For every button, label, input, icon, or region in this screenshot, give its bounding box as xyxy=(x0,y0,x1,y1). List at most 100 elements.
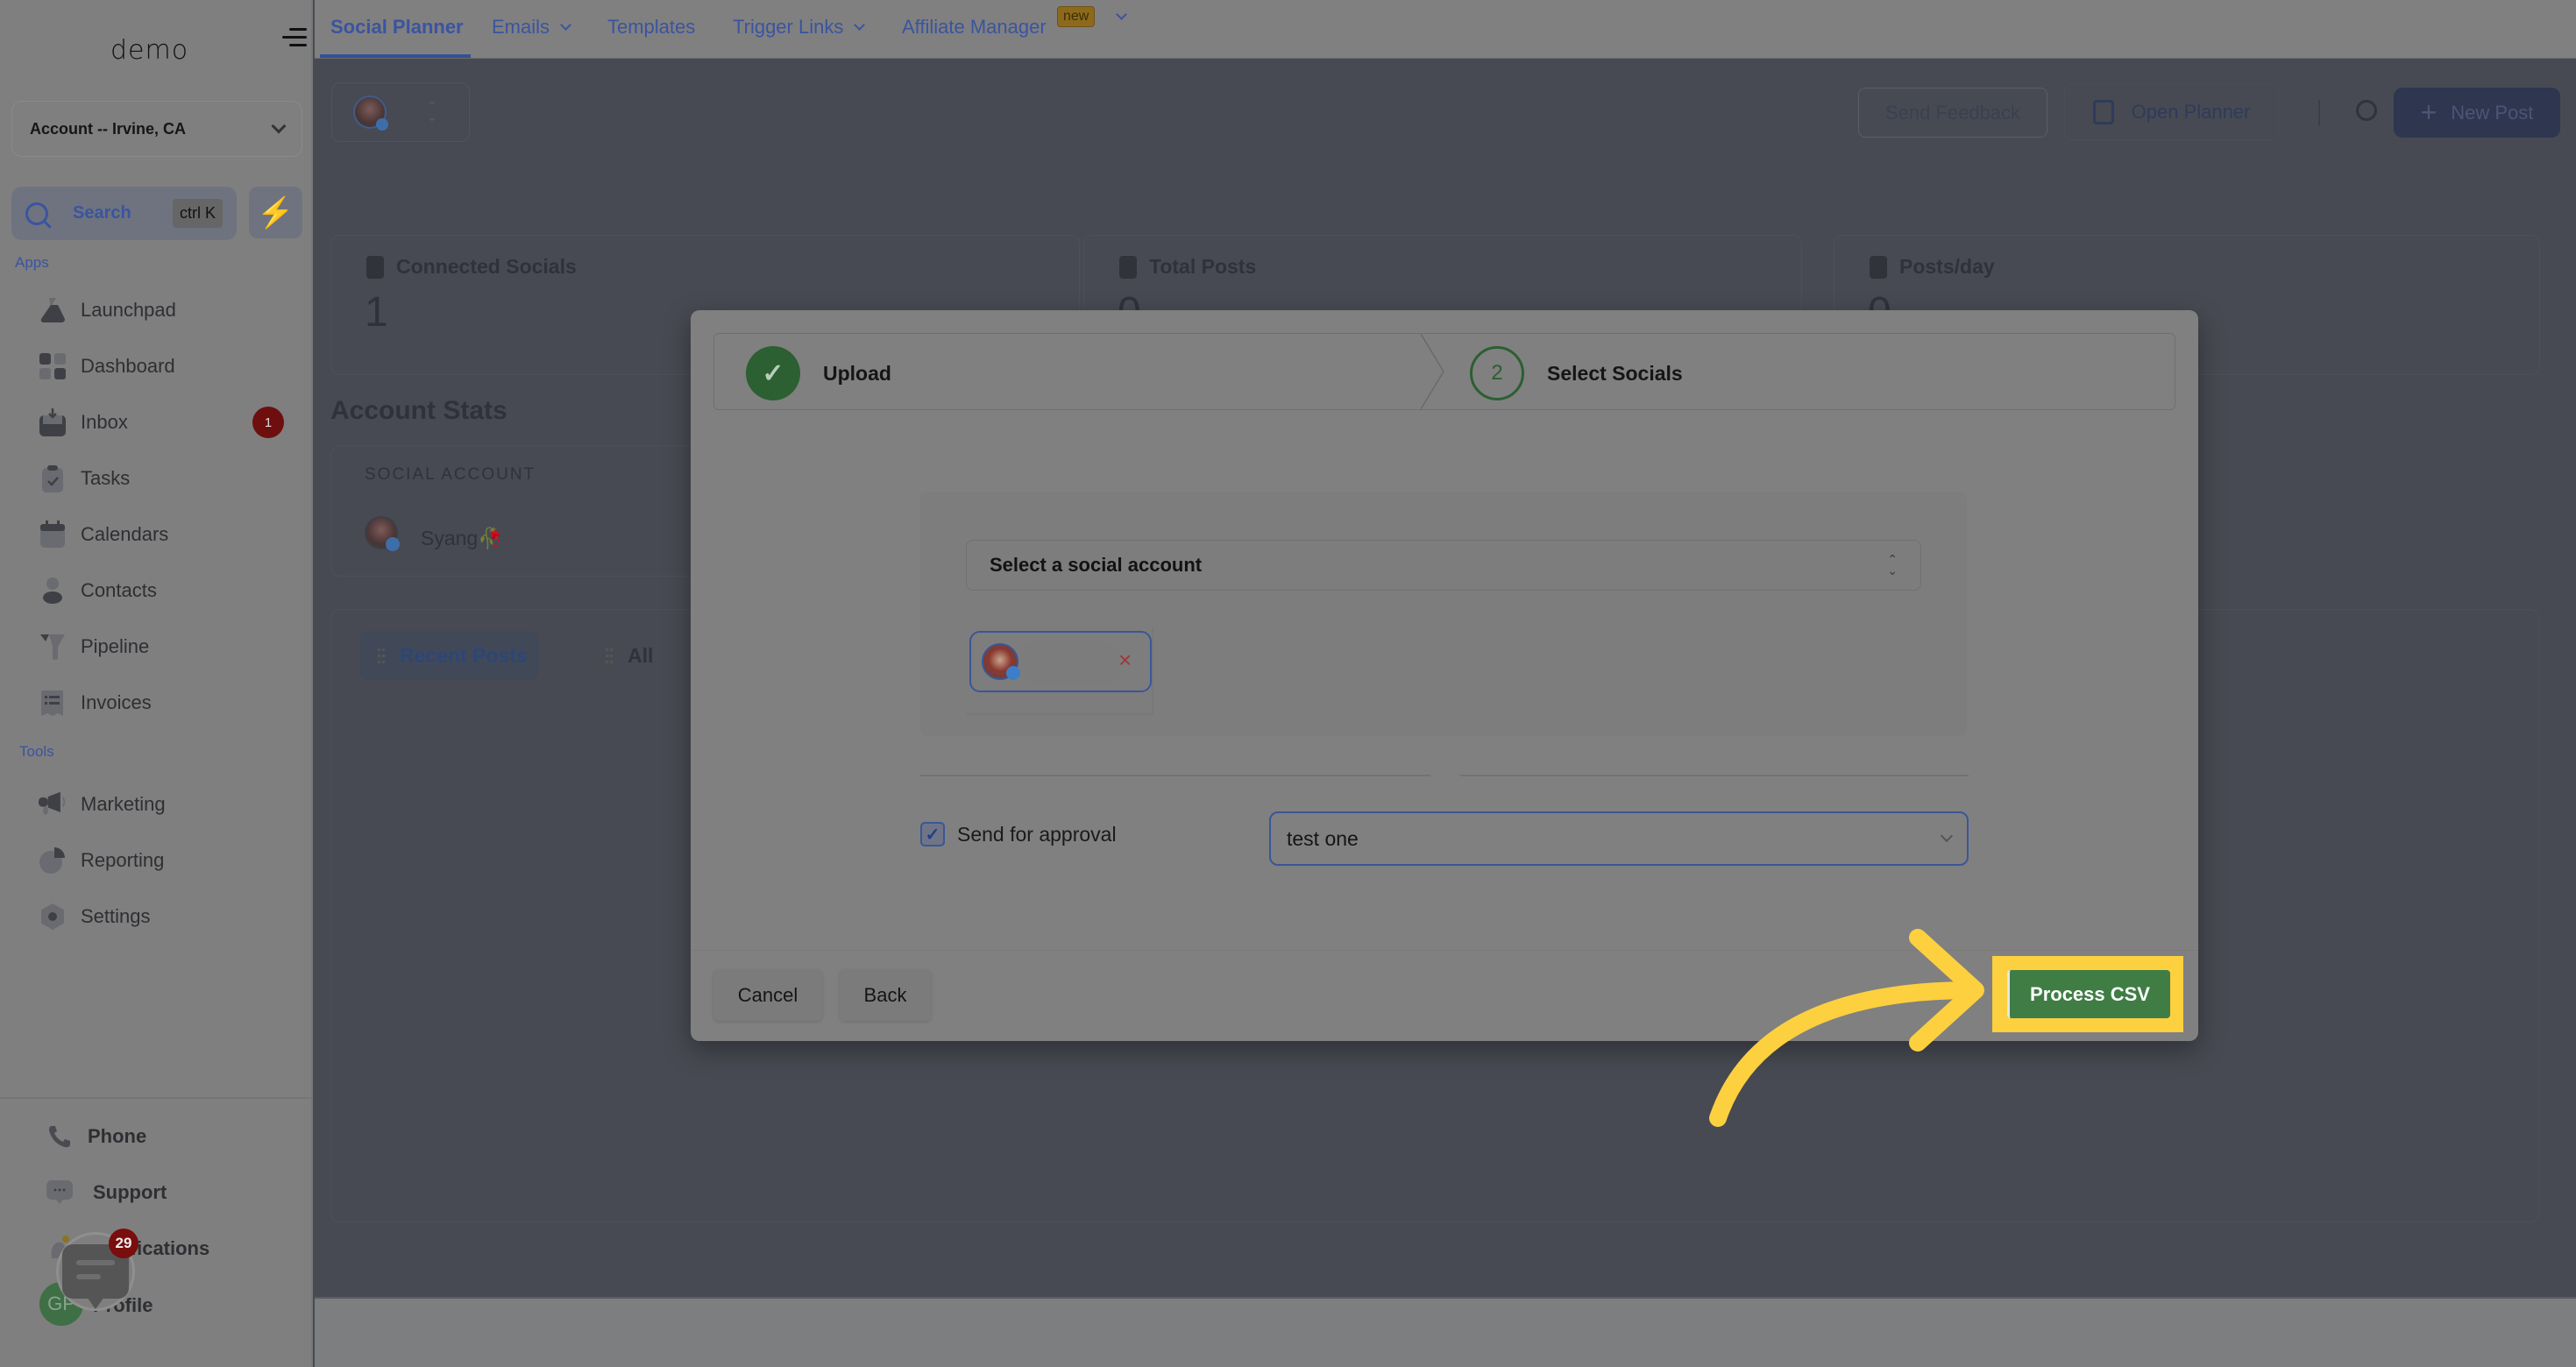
chat-unread-badge: 29 xyxy=(109,1229,138,1258)
tab-label: Templates xyxy=(607,16,696,38)
sidebar-item-marketing[interactable]: Marketing xyxy=(39,783,284,825)
active-tab-indicator xyxy=(320,54,471,58)
sidebar-item-dashboard[interactable]: Dashboard xyxy=(39,345,284,387)
sidebar: demo Account -- Irvine, CA Search ctrl K… xyxy=(0,0,313,1367)
sidebar-item-inbox[interactable]: Inbox 1 xyxy=(39,401,284,443)
search-shortcut: ctrl K xyxy=(172,199,223,228)
sidebar-item-label: Support xyxy=(93,1181,167,1203)
social-account-picker[interactable]: ⌃ ⌄ xyxy=(331,82,470,142)
approver-select[interactable]: test one xyxy=(1269,811,1969,866)
more-tabs-dropdown[interactable] xyxy=(1116,9,1127,20)
stat-value: 1 xyxy=(365,289,388,336)
new-post-label: New Post xyxy=(2451,101,2534,124)
stepper: ✓ Upload 2 Select Socials xyxy=(713,333,2175,410)
rocket-icon xyxy=(39,296,67,324)
sidebar-item-contacts[interactable]: Contacts xyxy=(39,570,284,612)
process-csv-button[interactable]: Process CSV xyxy=(2007,970,2170,1018)
sidebar-item-calendars[interactable]: Calendars xyxy=(39,514,284,556)
tab-label: Trigger Links xyxy=(733,16,844,38)
step-number: 2 xyxy=(1470,346,1524,400)
tab-templates[interactable]: Templates xyxy=(607,16,695,39)
account-stats-heading: Account Stats xyxy=(330,396,507,425)
sidebar-item-pipeline[interactable]: Pipeline xyxy=(39,626,284,668)
checkbox-checked-icon[interactable]: ✓ xyxy=(920,822,945,846)
sidebar-item-label: Phone xyxy=(88,1125,147,1147)
new-badge: new xyxy=(1057,6,1096,27)
drag-handle-icon xyxy=(377,647,386,664)
user-icon xyxy=(39,577,67,605)
sidebar-item-settings[interactable]: Settings xyxy=(39,896,284,938)
step-upload: ✓ Upload xyxy=(746,346,891,400)
sidebar-item-label: Settings xyxy=(81,905,151,927)
chevron-down-icon xyxy=(1116,9,1127,20)
send-for-approval-checkbox[interactable]: ✓ Send for approval xyxy=(920,822,1117,846)
select-placeholder: Select a social account xyxy=(990,554,1203,576)
account-switcher[interactable]: Account -- Irvine, CA xyxy=(11,101,302,157)
plus-icon: + xyxy=(2420,96,2438,128)
sidebar-item-label: Marketing xyxy=(81,793,166,815)
sidebar-item-invoices[interactable]: Invoices xyxy=(39,682,284,724)
tab-trigger-links[interactable]: Trigger Links xyxy=(733,16,866,39)
sidebar-item-label: Dashboard xyxy=(81,355,175,377)
database-icon xyxy=(366,255,384,279)
invoice-icon xyxy=(39,689,67,717)
back-label: Back xyxy=(863,984,907,1006)
new-post-button[interactable]: + New Post xyxy=(2394,88,2560,138)
back-button[interactable]: Back xyxy=(840,970,931,1021)
divider xyxy=(920,775,1430,776)
social-account-select[interactable]: Select a social account ⌃ ⌄ xyxy=(966,540,1921,591)
columns-icon xyxy=(1870,255,1887,279)
settings-gear-icon[interactable] xyxy=(2356,100,2377,121)
sidebar-item-label: Contacts xyxy=(81,579,157,601)
account-name-blurred xyxy=(1025,647,1113,678)
tab-label: All xyxy=(628,643,654,667)
selected-accounts-list: × xyxy=(966,627,1153,715)
sidebar-item-label: Launchpad xyxy=(81,299,176,321)
tab-emails[interactable]: Emails xyxy=(492,16,571,39)
apps-section-label: Apps xyxy=(15,254,49,271)
stat-label: Connected Socials xyxy=(396,255,577,278)
step-label: Select Socials xyxy=(1547,361,1683,385)
send-feedback-button[interactable]: Send Feedback xyxy=(1858,88,2047,138)
sidebar-item-launchpad[interactable]: Launchpad xyxy=(39,289,284,331)
remove-account-button[interactable]: × xyxy=(1118,647,1132,674)
quick-actions-button[interactable]: ⚡ xyxy=(249,187,302,238)
tab-label: Emails xyxy=(492,16,550,38)
sidebar-item-support[interactable]: Support xyxy=(46,1172,291,1214)
social-selection-panel: Select a social account ⌃ ⌄ × xyxy=(920,492,1967,736)
sidebar-item-label: Inbox xyxy=(81,411,128,433)
search-button[interactable]: Search ctrl K xyxy=(11,187,237,240)
open-planner-button[interactable]: Open Planner xyxy=(2064,84,2279,140)
calendar-icon xyxy=(2092,100,2114,124)
tools-section-label: Tools xyxy=(19,743,54,760)
chevron-down-icon xyxy=(271,118,287,134)
twitter-icon xyxy=(386,537,400,551)
top-navigation: Social Planner Emails Templates Trigger … xyxy=(315,0,2576,59)
cancel-button[interactable]: Cancel xyxy=(713,970,822,1021)
sidebar-item-label: Pipeline xyxy=(81,635,150,657)
collapse-sidebar-icon[interactable] xyxy=(282,26,307,49)
divider xyxy=(1460,775,1969,776)
sidebar-item-label: Invoices xyxy=(81,691,152,713)
funnel-icon xyxy=(39,633,67,661)
tab-affiliate-manager[interactable]: Affiliate Manager xyxy=(902,16,1047,39)
sidebar-item-tasks[interactable]: Tasks xyxy=(39,457,284,499)
step-separator-chevron xyxy=(1421,334,1444,409)
server-icon xyxy=(1119,255,1137,279)
sort-updown-icon: ⌃ ⌄ xyxy=(1887,552,1898,577)
tab-recent-posts[interactable]: Recent Posts xyxy=(359,631,539,680)
sidebar-item-reporting[interactable]: Reporting xyxy=(39,839,284,882)
search-label: Search xyxy=(73,203,131,223)
sidebar-item-label: Calendars xyxy=(81,523,169,545)
clipboard-icon xyxy=(39,464,67,492)
tab-all-posts[interactable]: All xyxy=(605,631,653,680)
search-icon xyxy=(25,202,48,225)
calendar-icon xyxy=(39,521,67,549)
checkbox-label: Send for approval xyxy=(957,822,1117,846)
annotation-arrow-icon xyxy=(1709,929,1984,1127)
tab-social-planner[interactable]: Social Planner xyxy=(330,16,464,39)
sidebar-item-phone[interactable]: Phone xyxy=(46,1116,291,1158)
megaphone-icon xyxy=(39,790,67,818)
sidebar-item-label: Tasks xyxy=(81,467,131,489)
cancel-label: Cancel xyxy=(737,984,798,1006)
